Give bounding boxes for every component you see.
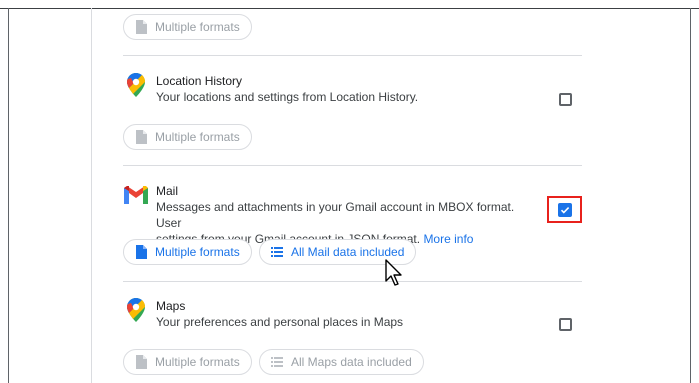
maps-multiple-formats-chip: Multiple formats — [123, 349, 252, 375]
document-icon — [136, 355, 147, 369]
chip-label: All Mail data included — [291, 245, 405, 259]
maps-all-data-included-chip: All Maps data included — [259, 349, 424, 375]
google-maps-pin-icon — [127, 73, 145, 97]
more-info-link[interactable]: More info — [423, 232, 473, 246]
list-icon — [271, 247, 283, 257]
window-left-edge — [8, 8, 9, 383]
mail-multiple-formats-chip[interactable]: Multiple formats — [123, 239, 252, 265]
document-icon — [136, 245, 147, 259]
check-icon — [560, 207, 570, 214]
location-history-description: Your locations and settings from Locatio… — [156, 90, 419, 104]
mouse-pointer-icon — [385, 259, 402, 286]
location-history-title: Location History — [156, 74, 243, 88]
list-icon — [271, 357, 283, 367]
maps-description: Your preferences and personal places in … — [156, 315, 404, 329]
chip-label: Multiple formats — [155, 130, 240, 144]
divider — [123, 281, 582, 282]
mail-description-line-1: Messages and attachments in your Gmail a… — [156, 200, 515, 230]
content-left-rail — [91, 8, 92, 383]
chip-label: Multiple formats — [155, 355, 240, 369]
gmail-icon — [124, 186, 148, 204]
maps-title: Maps — [156, 299, 186, 313]
document-icon — [136, 20, 147, 34]
chip-label: All Maps data included — [291, 355, 412, 369]
window-top-edge — [0, 0, 699, 9]
divider — [123, 165, 582, 166]
mail-title: Mail — [156, 184, 179, 198]
window-right-edge — [690, 8, 691, 383]
google-maps-pin-icon — [127, 298, 145, 322]
chip-label: Multiple formats — [155, 20, 240, 34]
divider — [123, 55, 582, 56]
prev-multiple-formats-chip: Multiple formats — [123, 14, 252, 40]
mail-checkbox[interactable] — [558, 203, 572, 217]
document-icon — [136, 130, 147, 144]
chip-label: Multiple formats — [155, 245, 240, 259]
maps-checkbox[interactable] — [559, 318, 572, 331]
location-history-multiple-formats-chip: Multiple formats — [123, 124, 252, 150]
location-history-checkbox[interactable] — [559, 93, 572, 106]
